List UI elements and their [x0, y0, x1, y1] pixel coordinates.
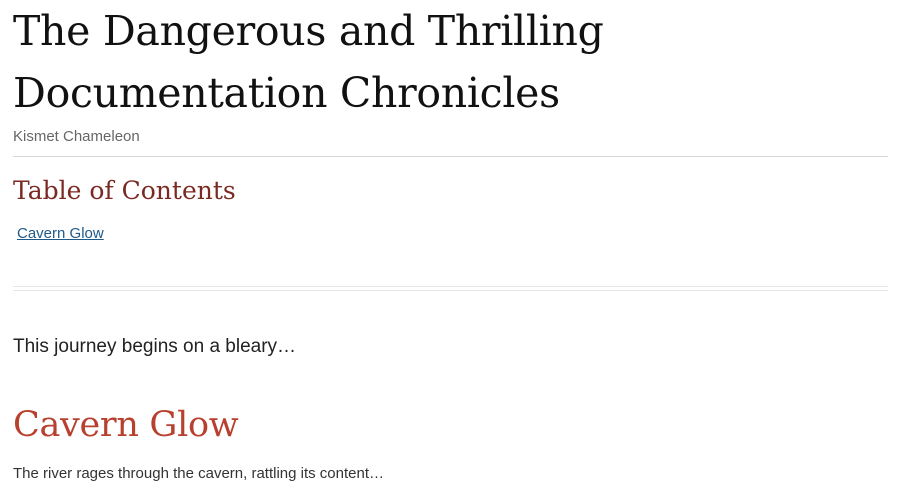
table-of-contents: Table of Contents Cavern Glow [13, 176, 888, 244]
section-divider [13, 286, 888, 291]
toc-list: Cavern Glow [17, 224, 888, 244]
toc-link-cavern-glow[interactable]: Cavern Glow [17, 225, 104, 242]
intro-text: This journey begins on a bleary… [13, 336, 297, 357]
chapter-text: The river rages through the cavern, ratt… [13, 465, 385, 482]
book-title: The Dangerous and Thrilling Documentatio… [13, 7, 604, 117]
chapter-cavern-glow: Cavern Glow The river rages through the … [13, 405, 888, 484]
toc-heading: Table of Contents [13, 176, 236, 205]
chapter-title: Cavern Glow [13, 405, 239, 445]
book-author: Kismet Chameleon [13, 128, 140, 145]
document-page: The Dangerous and Thrilling Documentatio… [13, 0, 888, 484]
toc-item: Cavern Glow [17, 224, 888, 244]
header-divider [13, 156, 888, 157]
